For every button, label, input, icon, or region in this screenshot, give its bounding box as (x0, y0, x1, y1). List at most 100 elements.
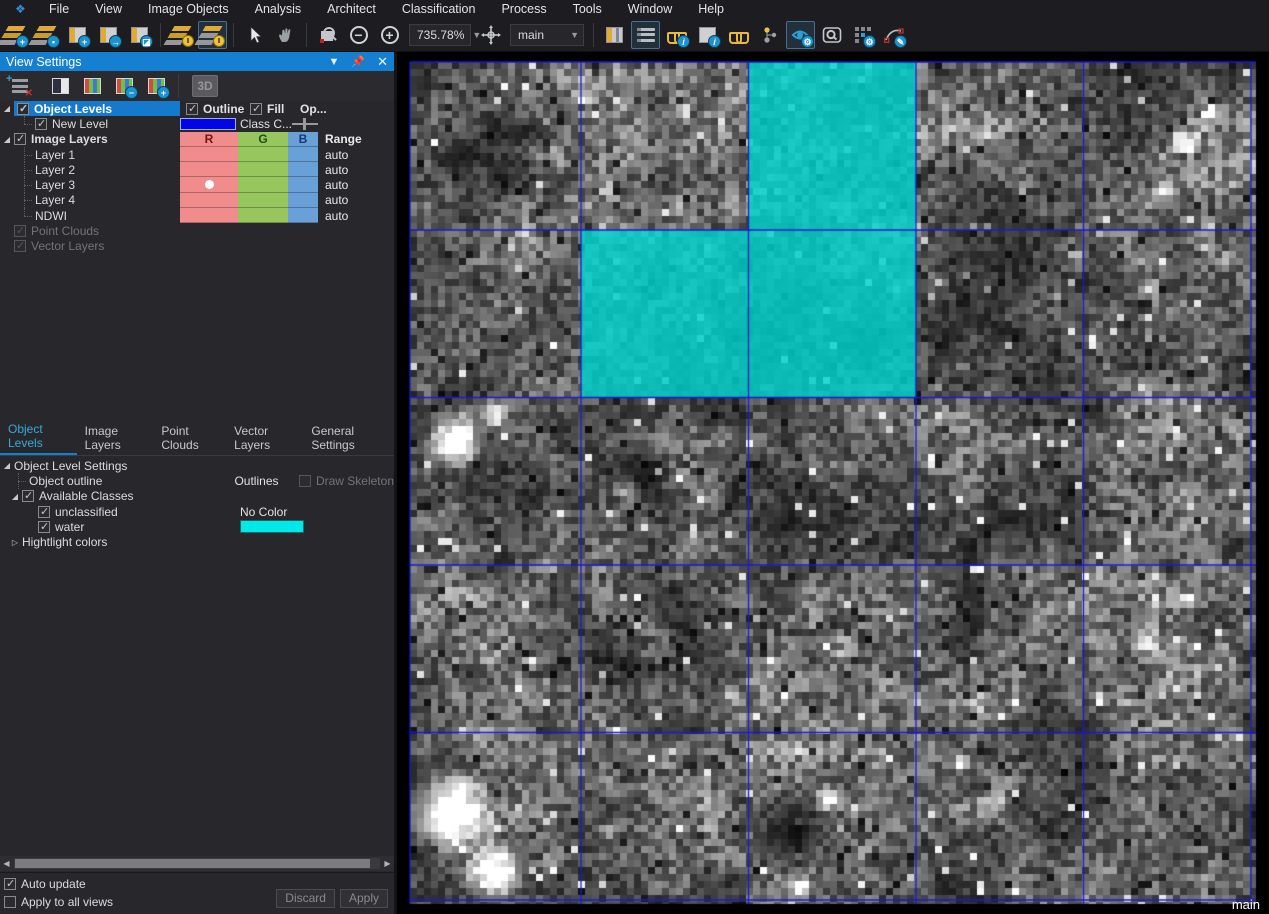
mixer-cell-b[interactable] (288, 208, 318, 223)
tab-point-clouds[interactable]: Point Clouds (153, 422, 226, 455)
outline-checkbox[interactable] (186, 103, 198, 115)
tree-row-image-layers[interactable]: Image Layers R G B Range (0, 132, 394, 147)
show-features-icon[interactable] (724, 21, 753, 49)
tree-row-layer-1[interactable]: Layer 1 auto (0, 147, 394, 162)
expander-icon[interactable] (8, 492, 22, 501)
map-view[interactable]: main (397, 52, 1269, 914)
tab-image-layers[interactable]: Image Layers (77, 422, 154, 455)
mixer-cell-g[interactable] (238, 193, 288, 208)
import-map-icon[interactable]: → (94, 21, 123, 49)
image-layers-checkbox[interactable] (14, 133, 26, 145)
mixer-cell-r[interactable] (180, 193, 238, 208)
new-level-checkbox[interactable] (35, 118, 47, 130)
mixer-cell-g[interactable] (238, 162, 288, 177)
water-checkbox[interactable] (38, 521, 50, 533)
mixer-cell-g[interactable] (238, 147, 288, 162)
mixer-cell-r-active[interactable] (180, 177, 238, 192)
menu-process[interactable]: Process (488, 1, 559, 17)
horizontal-scrollbar[interactable]: ◀ ▶ (0, 856, 394, 871)
three-d-button[interactable]: 3D (192, 75, 218, 97)
class-hierarchy-icon[interactable] (755, 21, 784, 49)
water-class-color-swatch[interactable] (240, 520, 304, 533)
magnifier-window-icon[interactable] (817, 21, 846, 49)
scroll-left-icon[interactable]: ◀ (0, 859, 13, 868)
tree-row-point-clouds[interactable]: Point Clouds (0, 223, 394, 238)
mixer-cell-b[interactable] (288, 193, 318, 208)
mix-layers-view-icon[interactable] (78, 73, 106, 99)
tree-row-available-classes[interactable]: Available Classes (0, 489, 394, 504)
mixer-cell-g[interactable] (238, 177, 288, 192)
process-settings-icon[interactable]: ⚙ (848, 21, 877, 49)
auto-update-checkbox[interactable] (4, 878, 16, 890)
open-map-icon[interactable]: ◪ (125, 21, 154, 49)
expander-icon[interactable] (0, 461, 14, 470)
pin-icon[interactable]: 📌 (351, 55, 365, 68)
menu-tools[interactable]: Tools (560, 1, 615, 17)
window-layout-icon[interactable] (600, 21, 629, 49)
level-color-swatch[interactable] (180, 118, 236, 130)
scrollbar-thumb[interactable] (15, 859, 370, 868)
menu-image-objects[interactable]: Image Objects (135, 1, 242, 17)
unclassified-checkbox[interactable] (38, 506, 50, 518)
tree-row-object-outline[interactable]: Object outline Outlines Draw Skeleton (0, 473, 394, 488)
zoom-out-icon[interactable]: − (344, 21, 373, 49)
available-classes-checkbox[interactable] (22, 490, 34, 502)
visualization-settings-icon[interactable]: ⚙ (786, 21, 815, 49)
tree-row-object-levels[interactable]: Object Levels Outline Fill Op... (0, 101, 394, 116)
menu-architect[interactable]: Architect (314, 1, 389, 17)
edit-level-icon[interactable]: + ✕ (6, 73, 34, 99)
create-new-project-icon[interactable]: + (1, 21, 30, 49)
menu-window[interactable]: Window (615, 1, 685, 17)
zoom-area-icon[interactable] (313, 21, 342, 49)
object-levels-checkbox[interactable] (17, 103, 29, 115)
previous-mix-icon[interactable]: − (110, 73, 138, 99)
menu-view[interactable]: View (82, 1, 135, 17)
menu-file[interactable]: File (36, 1, 82, 17)
mixer-cell-r[interactable] (180, 147, 238, 162)
next-mix-icon[interactable]: + (142, 73, 170, 99)
zoom-in-icon[interactable]: + (375, 21, 404, 49)
tree-row-layer-3[interactable]: Layer 3 auto (0, 177, 394, 192)
mixer-cell-b[interactable] (288, 162, 318, 177)
scroll-right-icon[interactable]: ▶ (381, 859, 394, 868)
tree-row-new-level[interactable]: New Level Class C... (0, 116, 394, 131)
zoom-level-combo[interactable]: 735.78%▼ (409, 24, 471, 46)
close-icon[interactable]: ✕ (377, 54, 388, 70)
tree-row-ndwi[interactable]: NDWI auto (0, 208, 394, 223)
menu-analysis[interactable]: Analysis (242, 1, 315, 17)
navigate-crosshair-icon[interactable] (476, 21, 505, 49)
panel-info-icon[interactable]: i (693, 21, 722, 49)
tree-row-object-level-settings[interactable]: Object Level Settings (0, 458, 394, 473)
panel-menu-icon[interactable]: ▼ (329, 56, 340, 68)
mixer-cell-g[interactable] (238, 208, 288, 223)
edit-polygons-icon[interactable]: ✎ (879, 21, 908, 49)
expander-icon[interactable] (0, 104, 14, 113)
expander-icon[interactable] (8, 538, 22, 547)
pan-hand-icon[interactable] (271, 21, 300, 49)
tree-row-layer-2[interactable]: Layer 2 auto (0, 162, 394, 177)
tab-general-settings[interactable]: General Settings (303, 422, 394, 455)
discard-button[interactable]: Discard (276, 889, 335, 908)
tab-object-levels[interactable]: Object Levels (0, 420, 77, 455)
menu-classification[interactable]: Classification (389, 1, 489, 17)
save-project-icon[interactable]: ▪ (32, 21, 61, 49)
scene-canvas[interactable] (397, 52, 1269, 914)
view-legend-info-icon[interactable]: i (662, 21, 691, 49)
menu-help[interactable]: Help (685, 1, 737, 17)
load-image-layer-icon[interactable] (167, 21, 196, 49)
load-layer-alias-icon[interactable] (198, 21, 227, 49)
mixer-cell-b[interactable] (288, 147, 318, 162)
image-object-information-icon[interactable] (631, 21, 660, 49)
tree-row-highlight-colors[interactable]: Hightlight colors (0, 534, 394, 549)
view-settings-title-bar[interactable]: View Settings ▼ 📌 ✕ (0, 52, 394, 71)
apply-all-checkbox[interactable] (4, 896, 16, 908)
tree-row-unclassified[interactable]: unclassified No Color (0, 504, 394, 519)
single-layer-view-icon[interactable] (46, 73, 74, 99)
add-map-icon[interactable]: + (63, 21, 92, 49)
tree-row-water[interactable]: water (0, 519, 394, 534)
tab-vector-layers[interactable]: Vector Layers (226, 422, 303, 455)
opacity-slider[interactable] (292, 118, 318, 130)
mixer-cell-r[interactable] (180, 208, 238, 223)
expander-icon[interactable] (0, 135, 14, 144)
fill-checkbox[interactable] (250, 103, 262, 115)
